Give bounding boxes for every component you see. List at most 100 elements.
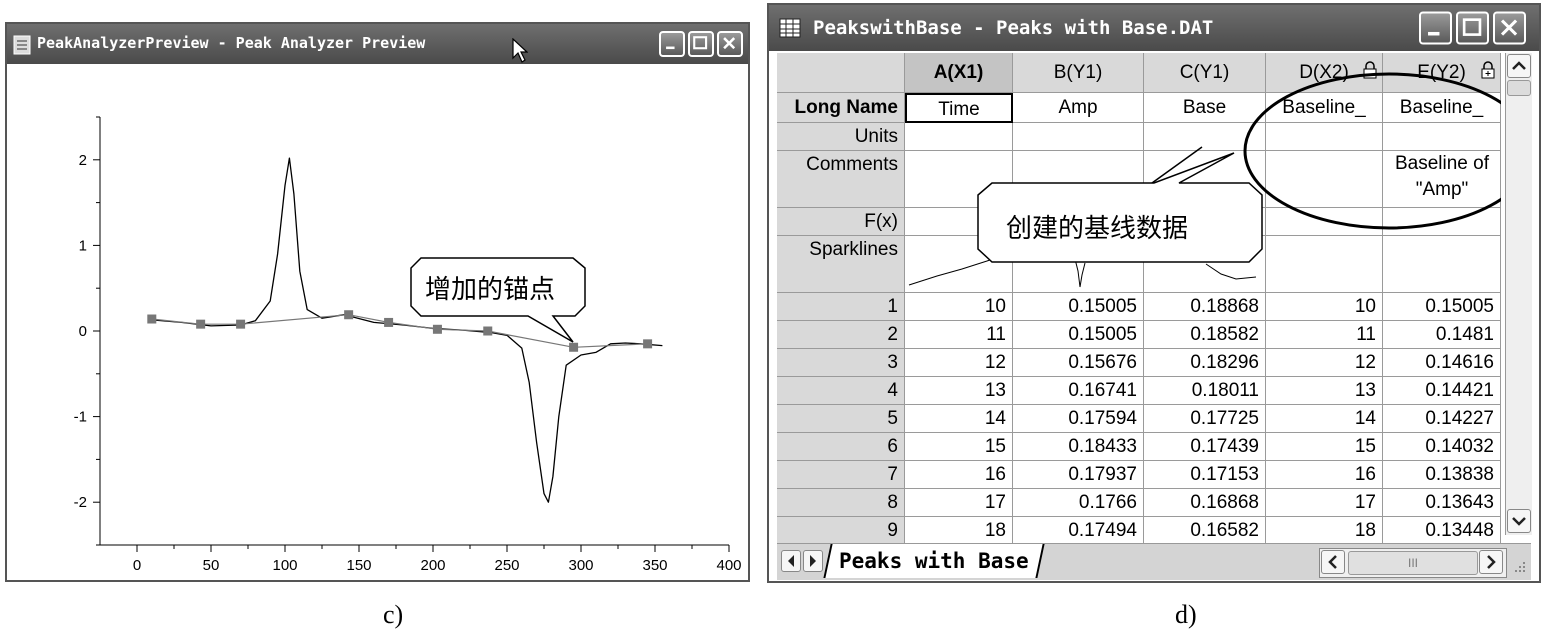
table-cell[interactable]: 10: [905, 293, 1013, 321]
anchor-point[interactable]: [236, 319, 246, 329]
sheet-tab-peaks-with-base[interactable]: Peaks with Base: [823, 544, 1045, 578]
meta-cell[interactable]: [1383, 236, 1501, 293]
table-cell[interactable]: 0.17937: [1013, 461, 1144, 489]
scroll-down-button[interactable]: [1507, 509, 1531, 533]
worksheet-maximize-button[interactable]: [1456, 11, 1489, 45]
table-cell[interactable]: 0.17494: [1013, 517, 1144, 543]
table-cell[interactable]: 11: [1266, 321, 1383, 349]
table-cell[interactable]: 0.14227: [1383, 405, 1501, 433]
anchor-point[interactable]: [147, 314, 157, 324]
table-cell[interactable]: 0.1481: [1383, 321, 1501, 349]
long-name-a[interactable]: Time: [905, 93, 1013, 123]
row-number[interactable]: 8: [777, 489, 905, 517]
y-tick-label: 0: [79, 323, 87, 340]
table-cell[interactable]: 0.14421: [1383, 377, 1501, 405]
column-header-b[interactable]: B(Y1): [1013, 53, 1144, 93]
vertical-scrollbar[interactable]: [1505, 53, 1532, 535]
table-cell[interactable]: 0.15005: [1013, 293, 1144, 321]
table-cell[interactable]: 16: [1266, 461, 1383, 489]
row-number[interactable]: 3: [777, 349, 905, 377]
table-cell[interactable]: 16: [905, 461, 1013, 489]
table-cell[interactable]: 0.16741: [1013, 377, 1144, 405]
table-cell[interactable]: 0.18296: [1144, 349, 1266, 377]
hscroll-left-button[interactable]: [1321, 550, 1345, 574]
row-label-fx[interactable]: F(x): [777, 208, 905, 236]
table-cell[interactable]: 12: [905, 349, 1013, 377]
close-button[interactable]: [717, 31, 743, 57]
table-cell[interactable]: 0.18868: [1144, 293, 1266, 321]
table-cell[interactable]: 0.17153: [1144, 461, 1266, 489]
worksheet-grid[interactable]: A(X1) B(Y1) C(Y1) D(X2) E(Y2) Long Name …: [777, 53, 1501, 543]
table-cell[interactable]: 17: [1266, 489, 1383, 517]
table-cell[interactable]: 18: [1266, 517, 1383, 543]
row-number[interactable]: 7: [777, 461, 905, 489]
scroll-up-button[interactable]: [1507, 54, 1531, 78]
anchor-point[interactable]: [384, 317, 394, 327]
table-cell[interactable]: 13: [1266, 377, 1383, 405]
row-number[interactable]: 1: [777, 293, 905, 321]
table-cell[interactable]: 14: [1266, 405, 1383, 433]
row-label-long-name[interactable]: Long Name: [777, 93, 905, 123]
worksheet-minimize-button[interactable]: [1419, 11, 1452, 45]
mouse-cursor-icon: [512, 38, 528, 63]
scroll-thumb[interactable]: [1507, 80, 1531, 96]
table-cell[interactable]: 0.15005: [1013, 321, 1144, 349]
x-tick-label: 250: [494, 557, 519, 574]
row-number[interactable]: 9: [777, 517, 905, 543]
maximize-button[interactable]: [688, 31, 714, 57]
x-tick-label: 350: [642, 557, 667, 574]
column-header-a[interactable]: A(X1): [905, 53, 1013, 93]
table-cell[interactable]: 12: [1266, 349, 1383, 377]
worksheet-window: PeakswithBase - Peaks with Base.DAT A(X1…: [767, 3, 1541, 583]
table-cell[interactable]: 0.15005: [1383, 293, 1501, 321]
meta-cell[interactable]: [1266, 236, 1383, 293]
minimize-button[interactable]: [659, 31, 685, 57]
table-cell[interactable]: 0.16868: [1144, 489, 1266, 517]
grid-corner[interactable]: [777, 53, 905, 93]
horizontal-scrollbar[interactable]: III: [1319, 548, 1507, 578]
table-cell[interactable]: 0.15676: [1013, 349, 1144, 377]
row-number[interactable]: 2: [777, 321, 905, 349]
table-cell[interactable]: 0.18433: [1013, 433, 1144, 461]
table-cell[interactable]: 0.13643: [1383, 489, 1501, 517]
row-number[interactable]: 4: [777, 377, 905, 405]
table-cell[interactable]: 10: [1266, 293, 1383, 321]
table-cell[interactable]: 14: [905, 405, 1013, 433]
table-cell[interactable]: 13: [905, 377, 1013, 405]
table-cell[interactable]: 0.17594: [1013, 405, 1144, 433]
anchor-point[interactable]: [643, 339, 653, 349]
table-cell[interactable]: 0.13838: [1383, 461, 1501, 489]
worksheet-close-button[interactable]: [1493, 11, 1526, 45]
table-cell[interactable]: 15: [1266, 433, 1383, 461]
anchor-point[interactable]: [344, 310, 354, 320]
table-cell[interactable]: 0.14616: [1383, 349, 1501, 377]
hscroll-right-button[interactable]: [1479, 550, 1503, 574]
table-cell[interactable]: 11: [905, 321, 1013, 349]
bottom-bar: Peaks with Base III: [777, 543, 1531, 580]
table-cell[interactable]: 0.13448: [1383, 517, 1501, 543]
table-cell[interactable]: 0.17725: [1144, 405, 1266, 433]
table-cell[interactable]: 17: [905, 489, 1013, 517]
window-title: PeakAnalyzerPreview - Peak Analyzer Prev…: [37, 34, 426, 52]
title-bar[interactable]: PeakAnalyzerPreview - Peak Analyzer Prev…: [7, 24, 748, 64]
worksheet-title-bar[interactable]: PeakswithBase - Peaks with Base.DAT: [769, 5, 1539, 51]
table-cell[interactable]: 0.1766: [1013, 489, 1144, 517]
row-label-units[interactable]: Units: [777, 123, 905, 151]
tab-scroll-right[interactable]: [803, 550, 823, 572]
table-cell[interactable]: 0.18011: [1144, 377, 1266, 405]
long-name-b[interactable]: Amp: [1013, 93, 1144, 123]
table-cell[interactable]: 18: [905, 517, 1013, 543]
row-label-sparklines[interactable]: Sparklines: [777, 236, 905, 293]
hscroll-thumb[interactable]: III: [1348, 551, 1478, 575]
anchor-point[interactable]: [196, 319, 206, 329]
table-cell[interactable]: 0.18582: [1144, 321, 1266, 349]
row-label-comments[interactable]: Comments: [777, 151, 905, 208]
row-number[interactable]: 5: [777, 405, 905, 433]
table-cell[interactable]: 0.14032: [1383, 433, 1501, 461]
table-cell[interactable]: 0.17439: [1144, 433, 1266, 461]
tab-scroll-left[interactable]: [781, 550, 801, 572]
row-number[interactable]: 6: [777, 433, 905, 461]
table-cell[interactable]: 15: [905, 433, 1013, 461]
table-cell[interactable]: 0.16582: [1144, 517, 1266, 543]
resize-grip-icon[interactable]: [1509, 556, 1527, 574]
